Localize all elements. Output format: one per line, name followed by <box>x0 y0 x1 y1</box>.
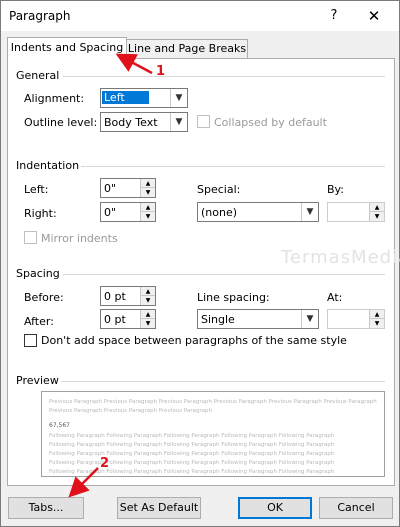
spin-down-icon[interactable]: ▼ <box>140 296 155 305</box>
special-label: Special: <box>197 183 241 196</box>
divider <box>63 76 385 77</box>
close-button[interactable]: ✕ <box>359 5 389 27</box>
ok-button[interactable]: OK <box>238 497 312 519</box>
at-label: At: <box>327 291 343 304</box>
right-indent-stepper[interactable]: 0" ▲ ▼ <box>100 202 156 222</box>
spin-up-icon[interactable]: ▲ <box>140 203 155 212</box>
preview-following-line: Following Paragraph Following Paragraph … <box>49 469 335 475</box>
alignment-value: Left <box>102 91 149 104</box>
stepper-buttons: ▲ ▼ <box>140 203 155 221</box>
stepper-buttons: ▲ ▼ <box>140 179 155 197</box>
spin-up-icon[interactable]: ▲ <box>140 287 155 296</box>
ok-label: OK <box>267 501 283 514</box>
cancel-label: Cancel <box>337 501 375 514</box>
preview-previous-line: Previous Paragraph Previous Paragraph Pr… <box>49 399 377 405</box>
spin-up-icon[interactable]: ▲ <box>140 310 155 319</box>
special-value: (none) <box>201 206 238 219</box>
spin-down-icon[interactable]: ▼ <box>369 212 384 221</box>
divider <box>81 166 385 167</box>
spin-up-icon[interactable]: ▲ <box>369 203 384 212</box>
after-label: After: <box>24 315 54 328</box>
mirror-indents-label: Mirror indents <box>41 232 118 245</box>
collapsed-label: Collapsed by default <box>214 116 327 129</box>
tab-indents-and-spacing[interactable]: Indents and Spacing <box>7 37 127 59</box>
outline-level-select[interactable]: Body Text ▼ <box>100 112 188 132</box>
paragraph-dialog: Paragraph ? ✕ Indents and Spacing Line a… <box>0 0 400 527</box>
dont-add-space-checkbox[interactable] <box>24 334 37 347</box>
annotation-marker-2: 2 <box>100 456 110 471</box>
alignment-label: Alignment: <box>24 92 85 105</box>
spin-down-icon[interactable]: ▼ <box>140 319 155 328</box>
divider <box>61 381 385 382</box>
chevron-down-icon: ▼ <box>301 203 318 221</box>
mirror-indents-checkbox[interactable] <box>24 231 37 244</box>
indentation-heading: Indentation <box>16 159 80 172</box>
help-button[interactable]: ? <box>321 5 347 27</box>
spin-up-icon[interactable]: ▲ <box>369 310 384 319</box>
preview-following-line: Following Paragraph Following Paragraph … <box>49 460 335 466</box>
preview-heading: Preview <box>16 374 59 387</box>
line-spacing-select[interactable]: Single ▼ <box>197 309 319 329</box>
before-stepper[interactable]: 0 pt ▲ ▼ <box>100 286 156 306</box>
spacing-heading: Spacing <box>16 267 60 280</box>
by-label: By: <box>327 183 344 196</box>
by-stepper[interactable]: ▲ ▼ <box>327 202 385 222</box>
watermark-text: TermasMedia <box>281 247 400 268</box>
spin-up-icon[interactable]: ▲ <box>140 179 155 188</box>
after-stepper[interactable]: 0 pt ▲ ▼ <box>100 309 156 329</box>
dialog-title: Paragraph <box>9 9 71 23</box>
stepper-buttons: ▲ ▼ <box>140 287 155 305</box>
chevron-down-icon: ▼ <box>170 89 187 107</box>
set-as-default-label: Set As Default <box>119 501 199 514</box>
annotation-marker-1: 1 <box>156 64 166 79</box>
line-spacing-value: Single <box>201 313 235 326</box>
preview-following-line: Following Paragraph Following Paragraph … <box>49 433 335 439</box>
outline-level-value: Body Text <box>104 116 158 129</box>
spin-down-icon[interactable]: ▼ <box>140 188 155 197</box>
alignment-select[interactable]: Left ▼ <box>100 88 188 108</box>
dont-add-space-label: Don't add space between paragraphs of th… <box>41 334 347 347</box>
tab-line-and-page-breaks[interactable]: Line and Page Breaks <box>126 39 248 59</box>
chevron-down-icon: ▼ <box>170 113 187 131</box>
spin-down-icon[interactable]: ▼ <box>369 319 384 328</box>
tabs-button[interactable]: Tabs... <box>8 497 84 519</box>
divider <box>63 274 385 275</box>
general-heading: General <box>16 69 60 82</box>
left-indent-stepper[interactable]: 0" ▲ ▼ <box>100 178 156 198</box>
collapsed-checkbox[interactable] <box>197 115 210 128</box>
stepper-buttons: ▲ ▼ <box>369 310 384 328</box>
before-value: 0 pt <box>104 290 126 303</box>
left-indent-value: 0" <box>104 182 117 195</box>
preview-box: Previous Paragraph Previous Paragraph Pr… <box>41 391 385 477</box>
left-indent-label: Left: <box>24 183 49 196</box>
set-as-default-button[interactable]: Set As Default <box>117 497 201 519</box>
spin-down-icon[interactable]: ▼ <box>140 212 155 221</box>
chevron-down-icon: ▼ <box>301 310 318 328</box>
before-label: Before: <box>24 291 64 304</box>
outline-level-label: Outline level: <box>24 116 98 129</box>
tab-label: Line and Page Breaks <box>127 42 247 55</box>
title-bar: Paragraph ? ✕ <box>1 1 399 31</box>
stepper-buttons: ▲ ▼ <box>140 310 155 328</box>
at-stepper[interactable]: ▲ ▼ <box>327 309 385 329</box>
special-select[interactable]: (none) ▼ <box>197 202 319 222</box>
preview-current-text: 67,567 <box>49 422 70 429</box>
line-spacing-label: Line spacing: <box>197 291 270 304</box>
right-indent-label: Right: <box>24 207 57 220</box>
preview-previous-line: Previous Paragraph Previous Paragraph Pr… <box>49 408 212 414</box>
after-value: 0 pt <box>104 313 126 326</box>
tab-label: Indents and Spacing <box>10 41 124 54</box>
right-indent-value: 0" <box>104 206 117 219</box>
stepper-buttons: ▲ ▼ <box>369 203 384 221</box>
cancel-button[interactable]: Cancel <box>319 497 393 519</box>
tabs-button-label: Tabs... <box>28 501 64 514</box>
preview-following-line: Following Paragraph Following Paragraph … <box>49 451 335 457</box>
preview-following-line: Following Paragraph Following Paragraph … <box>49 442 335 448</box>
